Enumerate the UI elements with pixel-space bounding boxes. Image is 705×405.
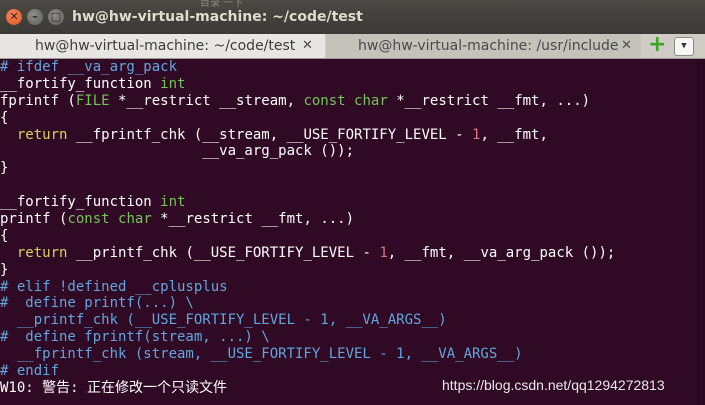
code-token: FILE: [75, 92, 110, 109]
tab-menu-chevron-down-icon[interactable]: ▼: [674, 37, 694, 56]
title-bar[interactable]: 目录 一下 ✕ – □ hw@hw-virtual-machine: ~/cod…: [0, 0, 705, 34]
code-line: {: [0, 110, 615, 127]
tab-label: hw@hw-virtual-machine: ~/code/test: [35, 38, 296, 54]
tab-code-test[interactable]: hw@hw-virtual-machine: ~/code/test ✕: [0, 34, 325, 58]
ghost-title: 目录 一下: [200, 0, 244, 9]
code-line: # define fprintf(stream, ...) \: [0, 329, 615, 346]
code-line: # ifdef __va_arg_pack: [0, 59, 615, 76]
code-token: int: [160, 194, 186, 211]
code-token: int: [160, 75, 186, 92]
close-tab-icon[interactable]: ✕: [302, 34, 313, 58]
code-line: }: [0, 160, 615, 177]
code-token: }: [0, 160, 9, 177]
window-title: hw@hw-virtual-machine: ~/code/test: [72, 9, 363, 25]
code-token: *__restrict __stream,: [109, 92, 304, 109]
code-token: fprintf (: [0, 92, 76, 109]
code-token: 1: [379, 244, 388, 261]
code-token: __printf_chk (__USE_FORTIFY_LEVEL - 1, _…: [0, 312, 447, 329]
scrollbar[interactable]: [697, 59, 705, 405]
code-token: __fprintf_chk (stream, __USE_FORTIFY_LEV…: [0, 346, 523, 363]
code-token: *__restrict __fmt, ...): [151, 211, 355, 228]
code-token: char: [118, 211, 152, 228]
code-token: # endif: [0, 363, 60, 380]
code-line: return __printf_chk (__USE_FORTIFY_LEVEL…: [0, 245, 615, 262]
code-token: return: [16, 244, 68, 261]
code-token: __fortify_function: [0, 194, 161, 211]
code-line: __fortify_function int: [0, 194, 615, 211]
code-line: printf (const char *__restrict __fmt, ..…: [0, 211, 615, 228]
code-token: __va_arg_pack ());: [0, 143, 355, 160]
close-tab-icon[interactable]: ✕: [621, 34, 632, 58]
code-line: fprintf (FILE *__restrict __stream, cons…: [0, 93, 615, 110]
code-line: }: [0, 262, 615, 279]
watermark: https://blog.csdn.net/qq1294272813: [442, 377, 665, 393]
code-token: __fprintf_chk (__stream, __USE_FORTIFY_L…: [67, 126, 473, 143]
code-token: *__restrict __fmt, ...): [387, 92, 591, 109]
terminal-content[interactable]: # ifdef __va_arg_pack __fortify_function …: [0, 59, 705, 405]
code-token: {: [0, 109, 9, 126]
code-token: , __fmt, __va_arg_pack ());: [387, 244, 616, 261]
code-token: W10: 警告: 正在修改一个只读文件: [0, 379, 228, 396]
minimize-window-button[interactable]: –: [27, 9, 43, 25]
code-token: # elif !defined __cplusplus: [0, 278, 228, 295]
tab-bar: hw@hw-virtual-machine: ~/code/test ✕ hw@…: [0, 34, 705, 59]
code-token: char: [354, 92, 388, 109]
close-window-button[interactable]: ✕: [6, 9, 22, 25]
maximize-window-button[interactable]: □: [48, 9, 64, 25]
new-tab-icon[interactable]: +: [648, 34, 666, 56]
code-token: {: [0, 227, 9, 244]
code-line: return __fprintf_chk (__stream, __USE_FO…: [0, 127, 615, 144]
code-token: # define printf(...) \: [0, 295, 194, 312]
code-token: }: [0, 261, 9, 278]
terminal-window: 目录 一下 ✕ – □ hw@hw-virtual-machine: ~/cod…: [0, 0, 705, 405]
code-line: __fortify_function int: [0, 76, 615, 93]
code-line: __va_arg_pack ());: [0, 143, 615, 160]
code-token: # ifdef __va_arg_pack: [0, 59, 178, 75]
code-line: __printf_chk (__USE_FORTIFY_LEVEL - 1, _…: [0, 312, 615, 329]
code-token: __fortify_function: [0, 75, 161, 92]
code-token: # define fprintf(stream, ...) \: [0, 329, 270, 346]
code-token: , __fmt,: [480, 126, 548, 143]
code-token: return: [16, 126, 68, 143]
code-line: # define printf(...) \: [0, 295, 615, 312]
code-line: __fprintf_chk (stream, __USE_FORTIFY_LEV…: [0, 346, 615, 363]
code-line: # elif !defined __cplusplus: [0, 279, 615, 296]
tab-label: hw@hw-virtual-machine: /usr/include: [358, 38, 619, 54]
code-token: printf (: [0, 211, 68, 228]
code-token: const: [67, 211, 110, 228]
code-token: const: [303, 92, 346, 109]
code-view: # ifdef __va_arg_pack __fortify_function …: [0, 59, 615, 397]
code-line: {: [0, 228, 615, 245]
code-token: __printf_chk (__USE_FORTIFY_LEVEL -: [67, 244, 380, 261]
tab-usr-include[interactable]: hw@hw-virtual-machine: /usr/include ✕: [326, 34, 641, 58]
